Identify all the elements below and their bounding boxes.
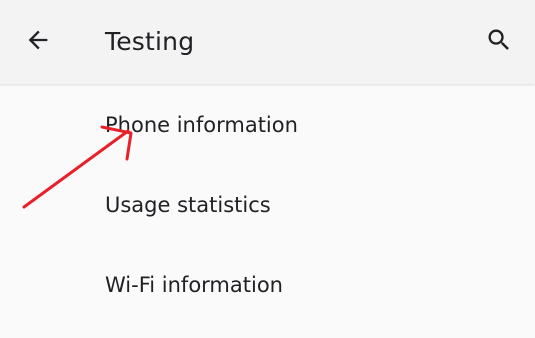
page-title: Testing: [105, 27, 195, 56]
back-button[interactable]: [18, 22, 58, 62]
app-bar: Testing: [0, 0, 535, 84]
list-item-label: Usage statistics: [105, 193, 271, 217]
settings-screen: Testing Phone information Usage statisti…: [0, 0, 535, 338]
list-item-phone-information[interactable]: Phone information: [0, 85, 535, 165]
search-button[interactable]: [479, 22, 519, 62]
list-item-usage-statistics[interactable]: Usage statistics: [0, 165, 535, 245]
search-icon: [485, 26, 513, 58]
list-item-wifi-information[interactable]: Wi-Fi information: [0, 245, 535, 325]
list-item-label: Phone information: [105, 113, 298, 137]
arrow-back-icon: [24, 26, 52, 58]
settings-list: Phone information Usage statistics Wi-Fi…: [0, 85, 535, 325]
list-item-label: Wi-Fi information: [105, 273, 283, 297]
